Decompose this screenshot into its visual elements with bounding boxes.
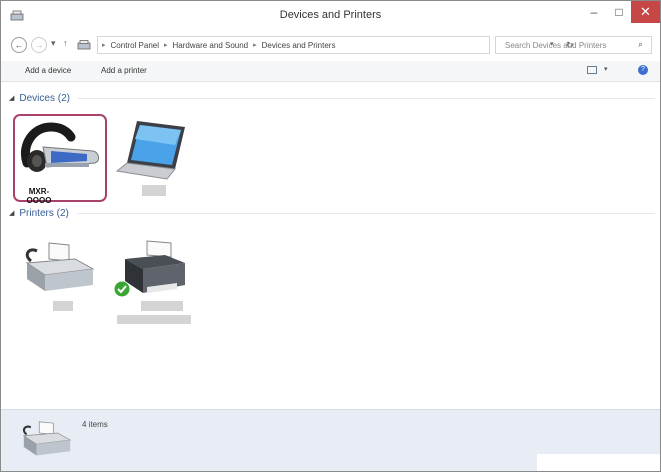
fax-icon bbox=[22, 421, 72, 456]
devices-group-label: Devices (2) bbox=[19, 92, 70, 104]
printer-fax[interactable] bbox=[23, 241, 99, 316]
default-printer-check-icon bbox=[114, 281, 130, 297]
breadcrumb-control-panel[interactable]: Control Panel bbox=[111, 41, 159, 50]
forward-button[interactable]: → bbox=[31, 37, 47, 53]
back-button[interactable]: ← bbox=[11, 37, 27, 53]
printer-status-redacted bbox=[117, 315, 191, 324]
breadcrumb-hardware-and-sound[interactable]: Hardware and Sound bbox=[173, 41, 249, 50]
up-button[interactable]: ↑ bbox=[63, 38, 68, 48]
command-bar: Add a device Add a printer ▾ ? bbox=[1, 61, 660, 82]
title-bar: Devices and Printers – □ ✕ bbox=[1, 1, 660, 31]
details-corner bbox=[537, 454, 660, 471]
printer-default[interactable] bbox=[113, 239, 195, 329]
address-bar[interactable]: ▸ Control Panel ▸ Hardware and Sound ▸ D… bbox=[97, 36, 574, 54]
maximize-button[interactable]: □ bbox=[607, 1, 631, 23]
help-icon[interactable]: ? bbox=[638, 65, 648, 75]
add-printer-button[interactable]: Add a printer bbox=[101, 66, 147, 75]
minimize-button[interactable]: – bbox=[581, 1, 607, 23]
device-headset[interactable]: MXR-OOOO bbox=[17, 117, 103, 205]
headset-icon bbox=[21, 122, 100, 172]
printer-name-redacted bbox=[141, 301, 183, 311]
collapse-arrow-icon[interactable]: ◢ bbox=[9, 94, 14, 102]
breadcrumb-separator-icon: ▸ bbox=[253, 42, 257, 49]
navigation-bar: ← → ▾ ↑ ▸ Control Panel ▸ Hardware and S… bbox=[1, 32, 660, 58]
change-view-icon[interactable] bbox=[587, 66, 597, 74]
breadcrumb-devices-and-printers[interactable]: Devices and Printers bbox=[262, 41, 336, 50]
printer-name-redacted bbox=[53, 301, 73, 311]
breadcrumb-separator-icon: ▸ bbox=[102, 42, 106, 49]
fax-icon bbox=[25, 242, 95, 291]
device-name-redacted bbox=[142, 185, 166, 196]
collapse-arrow-icon[interactable]: ◢ bbox=[9, 209, 14, 217]
laptop-icon bbox=[115, 121, 185, 180]
control-panel-location-icon bbox=[77, 40, 91, 50]
recent-locations-dropdown[interactable]: ▾ bbox=[51, 38, 56, 49]
devices-group-header[interactable]: ◢ Devices (2) bbox=[9, 91, 655, 105]
device-laptop[interactable] bbox=[115, 119, 191, 199]
details-pane: 4 items bbox=[1, 409, 660, 471]
search-input[interactable]: Search Devices and Printers ⌕ bbox=[495, 36, 652, 54]
close-button[interactable]: ✕ bbox=[631, 1, 660, 23]
search-icon[interactable]: ⌕ bbox=[638, 39, 643, 50]
printers-group-label: Printers (2) bbox=[19, 207, 69, 219]
search-placeholder: Search Devices and Printers bbox=[505, 40, 607, 50]
window-title: Devices and Printers bbox=[279, 9, 382, 21]
group-divider bbox=[77, 97, 655, 99]
item-count: 4 items bbox=[82, 420, 108, 429]
breadcrumb-separator-icon: ▸ bbox=[164, 42, 168, 49]
group-divider bbox=[76, 212, 655, 214]
add-device-button[interactable]: Add a device bbox=[25, 66, 71, 75]
device-name: MXR-OOOO bbox=[26, 187, 52, 205]
devices-and-printers-window: Devices and Printers – □ ✕ ← → ▾ ↑ ▸ Con… bbox=[0, 0, 661, 472]
printers-group-header[interactable]: ◢ Printers (2) bbox=[9, 206, 655, 220]
view-options-dropdown[interactable]: ▾ bbox=[604, 65, 608, 73]
